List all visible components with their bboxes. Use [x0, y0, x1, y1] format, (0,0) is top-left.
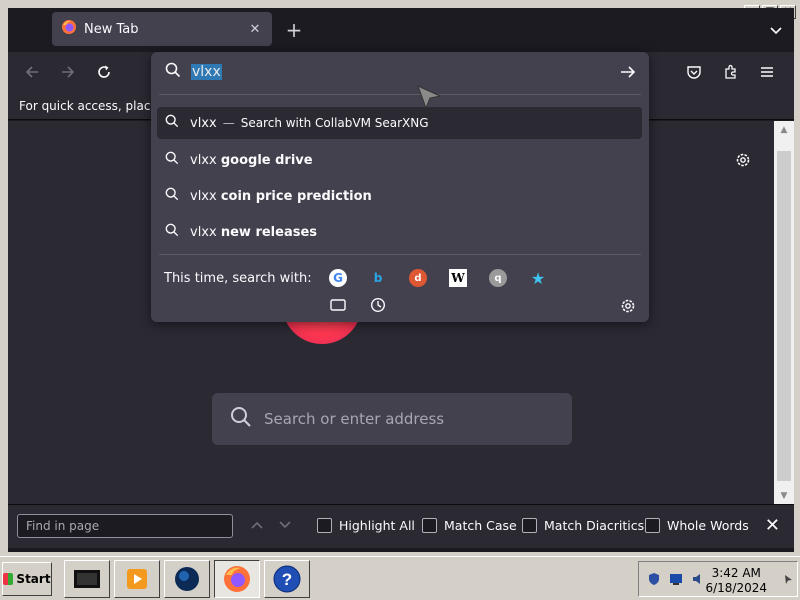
checkbox-label: Match Case [444, 518, 517, 533]
bing-icon[interactable]: b [369, 269, 387, 287]
tab-title: New Tab [84, 21, 139, 37]
suggestion-row[interactable]: vlxx google drive [157, 144, 642, 176]
vertical-scrollbar[interactable]: ▲ ▼ [774, 121, 794, 504]
suggestion-completion: coin price prediction [220, 188, 372, 204]
customize-gear-icon[interactable] [734, 151, 752, 173]
firefox-icon [61, 19, 77, 39]
tab-strip: New Tab ✕ + [8, 8, 794, 52]
reload-icon[interactable] [94, 62, 114, 82]
network-icon[interactable] [669, 572, 683, 586]
checkbox-label: Whole Words [667, 518, 749, 533]
find-input[interactable]: Find in page [17, 514, 233, 538]
taskbar-app-firefox[interactable] [214, 560, 260, 598]
checkbox-label: Match Diacritics [544, 518, 645, 533]
system-tray: 3:42 AM 6/18/2024 [638, 561, 798, 597]
suggestion-completion: google drive [220, 152, 313, 168]
firefox-window: New Tab ✕ + For quick access, place yo S… [8, 8, 794, 552]
find-next-icon[interactable] [278, 519, 292, 533]
divider [159, 94, 641, 95]
checkbox-box [422, 518, 437, 533]
pocket-icon[interactable] [684, 62, 704, 82]
taskbar-app-media[interactable] [114, 560, 160, 598]
media-player-icon [127, 569, 147, 589]
urlbar-input[interactable]: vlxx [191, 64, 222, 80]
suggestion-completion: new releases [220, 224, 318, 240]
forward-icon[interactable] [58, 62, 78, 82]
match-case-checkbox[interactable]: Match Case [422, 518, 517, 533]
svg-text:?: ? [282, 570, 292, 589]
windows-flag-icon [3, 573, 14, 585]
extensions-icon[interactable] [721, 62, 741, 82]
duckduckgo-icon[interactable]: d [409, 269, 427, 287]
highlight-all-checkbox[interactable]: Highlight All [317, 518, 415, 533]
tab-new-tab[interactable]: New Tab ✕ [52, 12, 272, 46]
checkbox-box [522, 518, 537, 533]
taskbar-app-globe[interactable] [164, 560, 210, 598]
suggestion-row[interactable]: vlxx — Search with CollabVM SearXNG [157, 107, 642, 139]
search-settings-gear-icon[interactable] [619, 297, 637, 319]
new-tab-button[interactable]: + [284, 20, 304, 40]
checkbox-box [317, 518, 332, 533]
suggestion-query: vlxx [190, 224, 217, 240]
firefox-icon [224, 566, 250, 592]
search-icon [165, 151, 179, 169]
volume-icon[interactable] [691, 572, 705, 586]
search-icon [165, 223, 179, 241]
suggestion-query: vlxx [190, 115, 217, 131]
clock[interactable]: 3:42 AM 6/18/2024 [705, 566, 767, 596]
page-search-box[interactable]: Search or enter address [212, 393, 572, 445]
suggestion-row[interactable]: vlxx coin price prediction [157, 180, 642, 212]
bookmarks-star-icon[interactable]: ★ [529, 269, 547, 288]
mouse-cursor-icon [417, 85, 442, 110]
wikipedia-icon[interactable]: W [449, 269, 467, 287]
clock-date: 6/18/2024 [705, 581, 767, 595]
checkbox-label: Highlight All [339, 518, 415, 533]
whole-words-checkbox[interactable]: Whole Words [645, 518, 749, 533]
scroll-down-icon[interactable]: ▼ [778, 491, 790, 501]
urlbar[interactable]: vlxx [151, 52, 649, 92]
urlbar-panel: vlxx vlxx — Search with CollabVM SearXNG v… [151, 52, 649, 322]
taskbar: Start ? 3:42 AM 6/18/2024 [0, 556, 800, 600]
clock-time: 3:42 AM [711, 566, 761, 580]
suggestion-row[interactable]: vlxx new releases [157, 216, 642, 248]
tabs-icon[interactable] [329, 296, 347, 314]
search-icon [165, 114, 179, 132]
search-placeholder: Search or enter address [264, 410, 445, 428]
match-diacritics-checkbox[interactable]: Match Diacritics [522, 518, 644, 533]
start-button[interactable]: Start [2, 562, 52, 596]
find-bar: Find in page Highlight All Match Case Ma… [8, 504, 794, 548]
menu-icon[interactable] [757, 62, 777, 82]
back-icon[interactable] [22, 62, 42, 82]
list-all-tabs-icon[interactable] [768, 22, 784, 38]
search-icon [230, 406, 252, 432]
close-tab-icon[interactable]: ✕ [244, 18, 266, 40]
go-arrow-icon[interactable] [619, 63, 637, 85]
checkbox-box [645, 518, 660, 533]
suggestion-query: vlxx [190, 152, 217, 168]
shield-icon[interactable] [647, 572, 661, 586]
show-desktop-icon[interactable] [781, 572, 795, 586]
terminal-icon [74, 570, 100, 588]
google-icon[interactable]: G [329, 269, 347, 287]
search-icon [165, 62, 181, 82]
scroll-thumb[interactable] [777, 151, 791, 481]
help-icon: ? [273, 565, 301, 593]
close-findbar-icon[interactable]: ✕ [765, 517, 780, 535]
one-off-label: This time, search with: [164, 271, 312, 286]
globe-icon [175, 567, 199, 591]
searxng-icon[interactable]: q [489, 269, 507, 287]
urlbar-selected-text: vlxx [191, 64, 222, 80]
search-icon [165, 187, 179, 205]
taskbar-app-terminal[interactable] [64, 560, 110, 598]
scroll-up-icon[interactable]: ▲ [778, 125, 790, 135]
find-previous-icon[interactable] [250, 519, 264, 533]
taskbar-app-help[interactable]: ? [264, 560, 310, 598]
suggestion-separator: — [222, 115, 235, 130]
start-label: Start [16, 572, 51, 586]
suggestion-query: vlxx [190, 188, 217, 204]
divider [159, 254, 641, 255]
suggestion-action: Search with CollabVM SearXNG [240, 115, 429, 130]
history-icon[interactable] [369, 296, 387, 314]
